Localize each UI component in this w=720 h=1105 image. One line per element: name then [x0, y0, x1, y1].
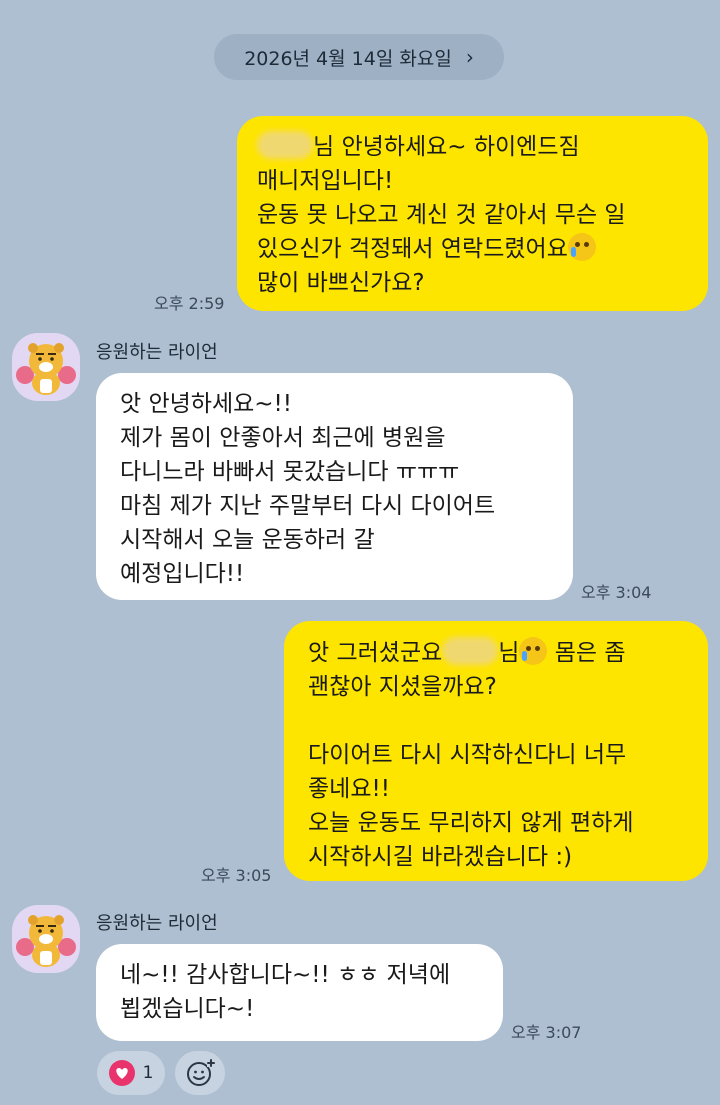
- message-text: 앗 그러셨군요: [308, 640, 443, 666]
- crying-face-icon: [567, 233, 596, 261]
- smiling-face-with-tear-icon: [519, 637, 548, 665]
- avatar[interactable]: [12, 905, 80, 973]
- add-reaction-button[interactable]: [175, 1051, 225, 1095]
- date-divider[interactable]: 2026년 4월 14일 화요일 ›: [214, 34, 504, 80]
- message-text: 괜찮아 지셨을까요? 다이어트 다시 시작하신다니 너무 좋네요!! 오늘 운동…: [308, 674, 634, 870]
- lion-character-icon: [16, 915, 76, 967]
- message-time: 오후 3:07: [511, 1023, 582, 1042]
- date-label: 2026년 4월 14일 화요일: [244, 47, 452, 70]
- heart-reaction-button[interactable]: 1: [97, 1051, 165, 1095]
- redacted-name: [442, 637, 499, 665]
- incoming-message-bubble[interactable]: 앗 안녕하세요~!! 제가 몸이 안좋아서 최근에 병원을 다니느라 바빠서 못…: [96, 373, 573, 600]
- message-text: 많이 바쁘신가요?: [257, 270, 425, 296]
- sender-name: 응원하는 라이언: [96, 913, 218, 934]
- reaction-count: 1: [142, 1063, 154, 1083]
- message-text: 님 안녕하세요~ 하이엔드짐: [313, 134, 580, 160]
- message-time: 오후 3:05: [201, 866, 272, 885]
- avatar[interactable]: [12, 333, 80, 401]
- incoming-message-bubble[interactable]: 네~!! 감사합니다~!! ㅎㅎ 저녁에 뵙겠습니다~!: [96, 944, 503, 1041]
- message-time: 오후 2:59: [154, 294, 225, 313]
- outgoing-message-bubble[interactable]: 앗 그러셨군요 님 몸은 좀 괜찮아 지셨을까요? 다이어트 다시 시작하신다니 …: [284, 621, 708, 881]
- sender-name: 응원하는 라이언: [96, 342, 218, 363]
- outgoing-message-bubble[interactable]: 님 안녕하세요~ 하이엔드짐 매니저입니다! 운동 못 나오고 계신 것 같아서…: [237, 116, 708, 311]
- chevron-right-icon: ›: [465, 45, 474, 69]
- message-text: 님: [498, 640, 520, 666]
- lion-character-icon: [16, 343, 76, 395]
- heart-icon: [108, 1060, 135, 1086]
- message-time: 오후 3:04: [581, 583, 652, 602]
- message-text: 몸은 좀: [547, 640, 626, 666]
- redacted-name: [257, 131, 313, 159]
- add-emoji-icon: [187, 1059, 215, 1086]
